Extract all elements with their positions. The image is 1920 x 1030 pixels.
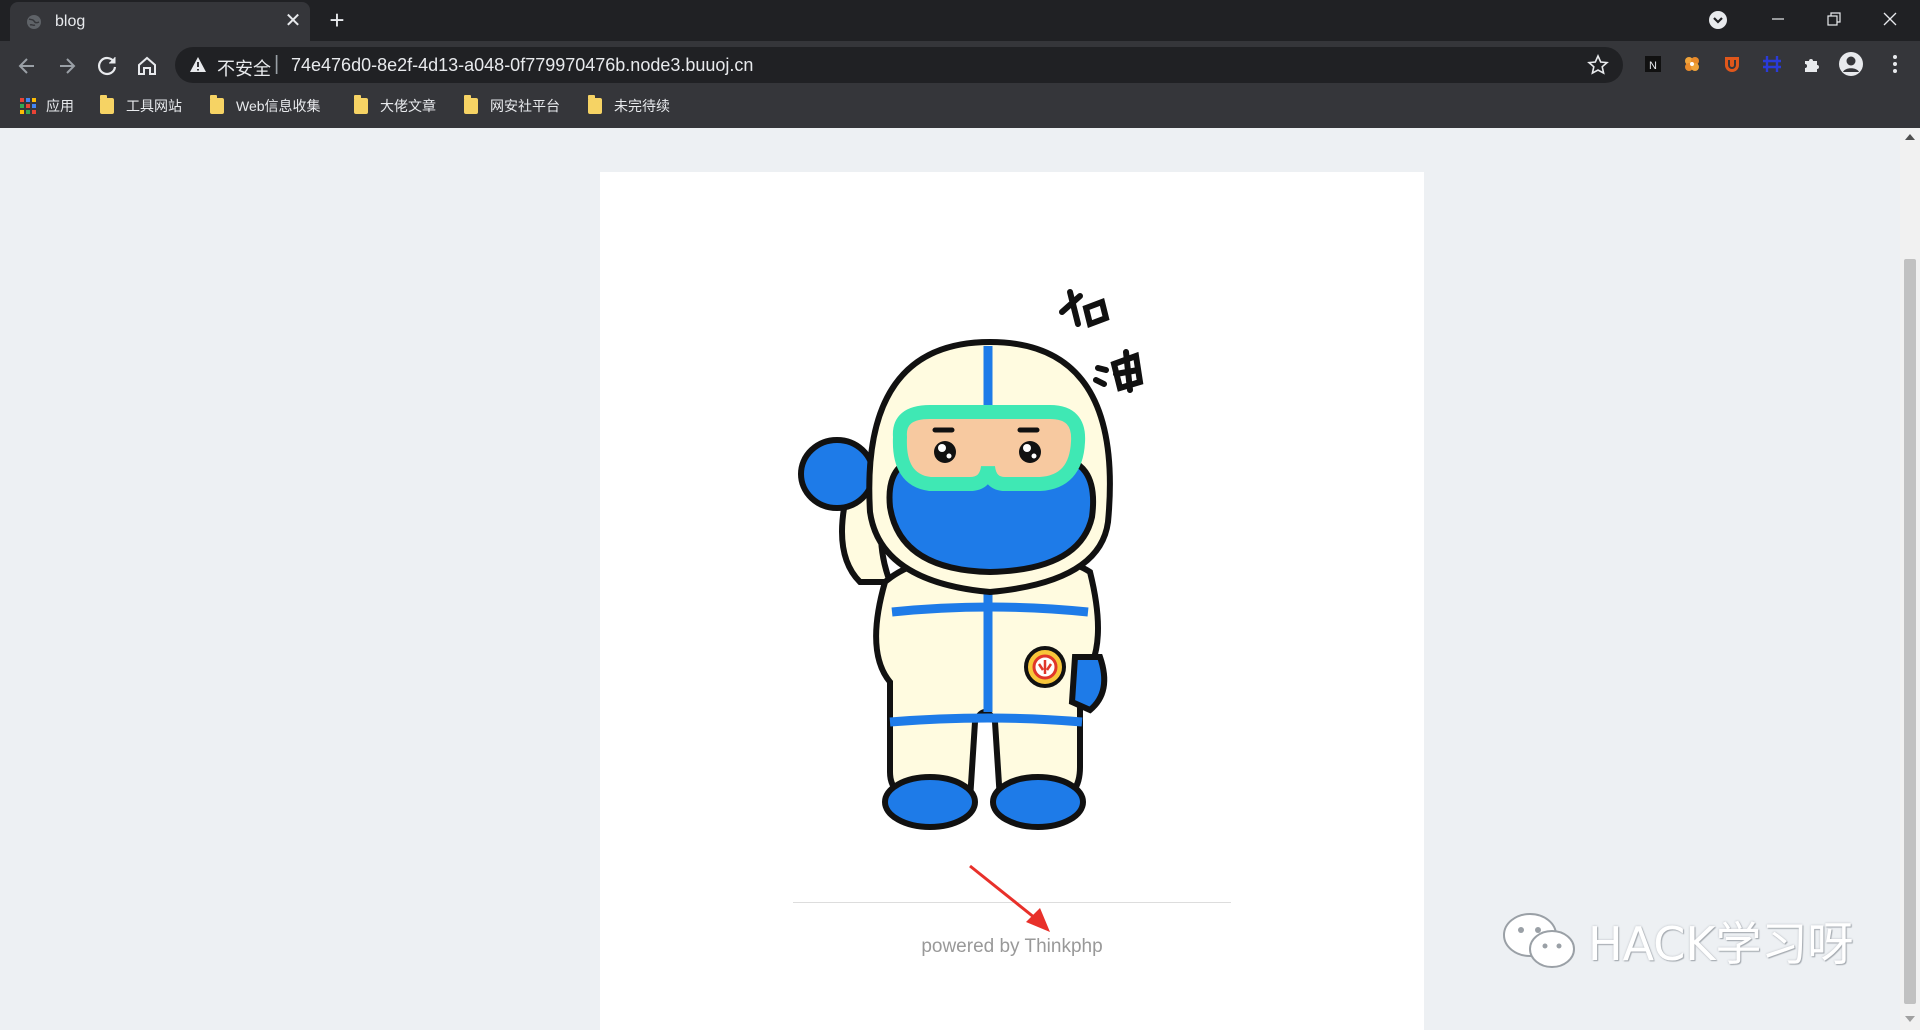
scroll-up-icon[interactable] bbox=[1905, 134, 1915, 140]
apps-grid-icon bbox=[20, 98, 36, 114]
notion-extension-icon[interactable]: N bbox=[1642, 53, 1664, 75]
restore-icon bbox=[1827, 12, 1841, 26]
tab-blog[interactable]: blog ✕ bbox=[10, 2, 310, 41]
profile-avatar-icon[interactable] bbox=[1838, 51, 1864, 77]
minimize-icon bbox=[1772, 18, 1784, 20]
bookmark-label: 大佬文章 bbox=[380, 98, 436, 114]
chevron-down-icon bbox=[1709, 11, 1727, 29]
scrollbar-thumb[interactable] bbox=[1904, 259, 1916, 1004]
bookmark-label: Web信息收集 bbox=[236, 98, 321, 114]
bookmark-label: 网安社平台 bbox=[490, 98, 560, 114]
minimize-button[interactable] bbox=[1756, 0, 1800, 40]
close-icon bbox=[1883, 12, 1897, 26]
folder-icon bbox=[100, 95, 114, 114]
bookmark-label: 应用 bbox=[46, 98, 74, 114]
bookmark-folder-tools[interactable]: 工具网站 bbox=[100, 95, 182, 116]
bookmark-folder-web-info[interactable]: Web信息收集 bbox=[210, 95, 321, 116]
annotation-arrow-icon bbox=[969, 864, 1050, 932]
wechat-icon bbox=[1503, 913, 1575, 968]
folder-icon bbox=[588, 95, 602, 114]
url-text[interactable]: 74e476d0-8e2f-4d13-a048-0f779970476b.nod… bbox=[291, 55, 753, 76]
close-window-button[interactable] bbox=[1868, 0, 1912, 40]
page-viewport: powered by Thinkphp bbox=[0, 128, 1900, 1030]
bookmark-folder-todo[interactable]: 未完待续 bbox=[588, 95, 670, 116]
tab-search-button[interactable] bbox=[1696, 0, 1740, 40]
bookmark-label: 工具网站 bbox=[126, 98, 182, 114]
security-label[interactable]: 不安全 bbox=[217, 55, 271, 81]
globe-icon bbox=[27, 15, 41, 29]
puzzle-icon[interactable] bbox=[1801, 53, 1823, 75]
address-bar[interactable]: 不安全 | 74e476d0-8e2f-4d13-a048-0f77997047… bbox=[175, 47, 1623, 83]
tab-strip: blog ✕ + bbox=[0, 0, 1920, 41]
bookmark-apps[interactable]: 应用 bbox=[20, 96, 74, 116]
bookmark-star-icon[interactable] bbox=[1587, 54, 1609, 76]
folder-icon bbox=[210, 95, 224, 114]
restore-button[interactable] bbox=[1812, 0, 1856, 40]
address-separator: | bbox=[274, 53, 280, 75]
cheer-up-doctor-illustration bbox=[798, 289, 1144, 830]
home-icon[interactable] bbox=[134, 53, 160, 79]
folder-icon bbox=[464, 95, 478, 114]
network-extension-icon[interactable] bbox=[1761, 53, 1783, 75]
ublock-extension-icon[interactable] bbox=[1721, 53, 1743, 75]
forward-arrow-icon[interactable] bbox=[54, 53, 80, 79]
bookmark-folder-platform[interactable]: 网安社平台 bbox=[464, 95, 560, 116]
scroll-down-icon[interactable] bbox=[1905, 1016, 1915, 1022]
svg-text:N: N bbox=[1649, 60, 1657, 72]
flower-extension-icon[interactable] bbox=[1681, 53, 1703, 75]
watermark: HACK学习呀 bbox=[1500, 908, 1854, 974]
more-menu-icon[interactable] bbox=[1884, 53, 1906, 75]
warning-icon bbox=[190, 57, 206, 72]
back-arrow-icon[interactable] bbox=[14, 53, 40, 79]
bookmark-label: 未完待续 bbox=[614, 98, 670, 114]
tab-close-icon[interactable]: ✕ bbox=[282, 10, 304, 32]
watermark-text: HACK学习呀 bbox=[1588, 917, 1854, 971]
folder-icon bbox=[354, 95, 368, 114]
new-tab-button[interactable]: + bbox=[322, 6, 352, 34]
bookmark-folder-articles[interactable]: 大佬文章 bbox=[354, 95, 436, 116]
browser-chrome: blog ✕ + 不安全 | 74e476d0-8e2f-4d13-a048-0… bbox=[0, 0, 1920, 128]
vertical-scrollbar[interactable] bbox=[1900, 128, 1920, 1030]
reload-icon[interactable] bbox=[94, 53, 120, 79]
tab-title: blog bbox=[55, 13, 86, 30]
